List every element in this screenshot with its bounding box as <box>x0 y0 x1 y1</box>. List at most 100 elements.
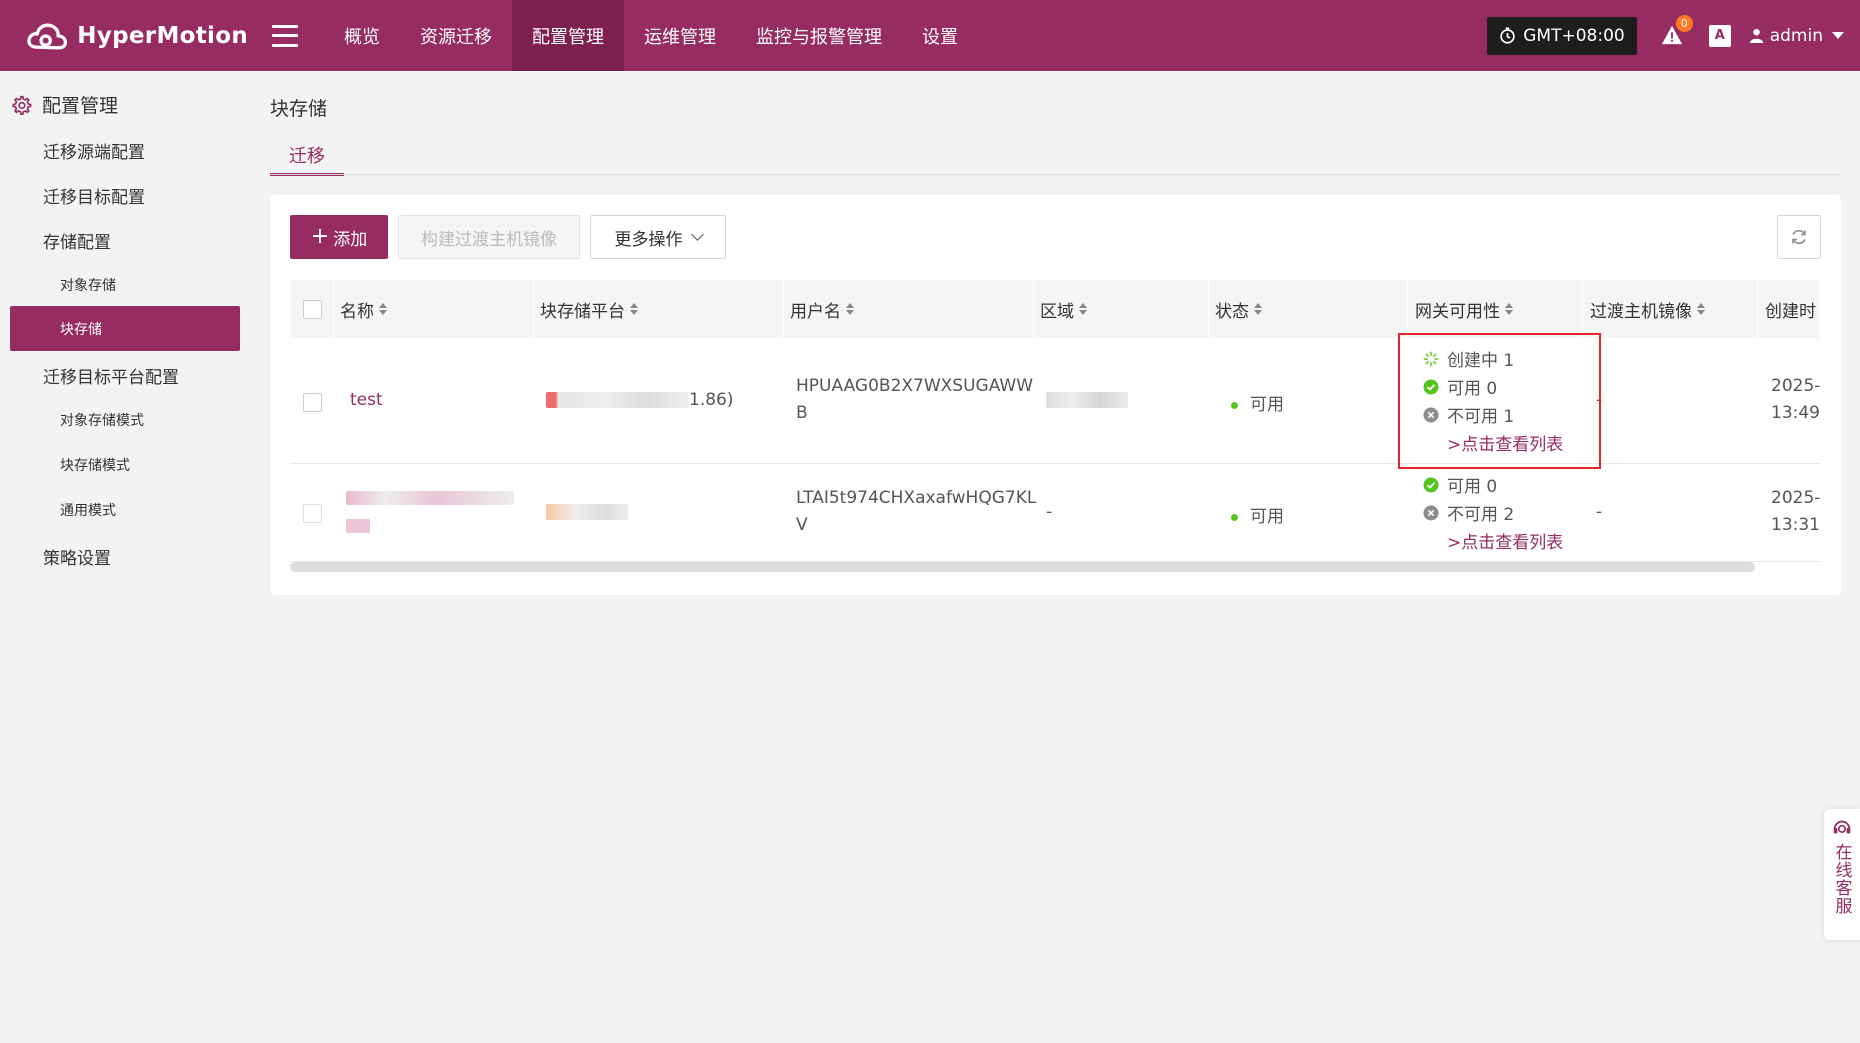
refresh-icon <box>1792 230 1806 244</box>
redacted-text <box>346 519 370 533</box>
online-service-button[interactable]: 在线客服 <box>1824 809 1860 940</box>
clock-icon <box>1500 27 1515 44</box>
add-button[interactable]: + 添加 <box>290 215 388 259</box>
add-button-label: 添加 <box>333 229 368 250</box>
column-gateway-availability[interactable]: 网关可用性 <box>1408 280 1583 338</box>
row-created-line2: 13:49: <box>1771 403 1820 423</box>
redacted-text <box>546 504 628 520</box>
view-gateway-list-link[interactable]: >点击查看列表 <box>1447 528 1563 553</box>
sidebar: 配置管理 迁移源端配置 迁移目标配置 存储配置 对象存储 块存储 迁移目标平台配… <box>0 71 250 1043</box>
app-name: HyperMotion <box>77 22 248 49</box>
sidebar-item-generic-mode[interactable]: 通用模式 <box>60 500 116 520</box>
build-image-button[interactable]: 构建过渡主机镜像 <box>398 215 580 259</box>
alert-button[interactable]: 0 <box>1661 14 1693 48</box>
redacted-text <box>1046 392 1128 408</box>
menu-icon[interactable] <box>272 24 298 47</box>
row-platform <box>546 502 628 522</box>
x-circle-icon <box>1423 505 1439 520</box>
sidebar-item-migration-target[interactable]: 迁移目标配置 <box>43 183 145 208</box>
alert-count-badge: 0 <box>1675 14 1693 32</box>
view-gateway-list-link[interactable]: >点击查看列表 <box>1447 430 1563 455</box>
tab-migration[interactable]: 迁移 <box>270 142 344 176</box>
row-status: 可用 <box>1231 390 1284 415</box>
column-transition-image[interactable]: 过渡主机镜像 <box>1583 280 1758 338</box>
sidebar-item-policy[interactable]: 策略设置 <box>43 544 111 569</box>
sidebar-item-block-storage-mode[interactable]: 块存储模式 <box>60 455 130 475</box>
redacted-text <box>346 491 514 505</box>
row-username-line2: B <box>796 403 808 423</box>
online-service-label: 在线客服 <box>1831 843 1852 915</box>
headset-icon <box>1833 820 1851 834</box>
nav-overview[interactable]: 概览 <box>324 0 400 71</box>
table-row: LTAI5t974CHXaxafwHQG7KL V - 可用 可用 0 不可用 … <box>290 464 1820 562</box>
sidebar-item-storage-config[interactable]: 存储配置 <box>43 228 111 253</box>
horizontal-scrollbar[interactable] <box>290 562 1755 572</box>
timezone-label: GMT+08:00 <box>1523 25 1625 46</box>
x-circle-icon <box>1423 407 1439 422</box>
row-username-line2: V <box>796 515 808 535</box>
user-icon <box>1749 28 1763 43</box>
select-all-checkbox[interactable] <box>303 300 322 319</box>
status-dot-icon <box>1231 401 1238 409</box>
row-created-line2: 13:31: <box>1771 515 1820 535</box>
sort-icon <box>379 303 387 315</box>
nav-config-management[interactable]: 配置管理 <box>512 0 624 71</box>
sidebar-item-migration-source[interactable]: 迁移源端配置 <box>43 138 145 163</box>
sidebar-item-object-storage[interactable]: 对象存储 <box>60 275 116 295</box>
spinner-icon <box>1423 351 1439 366</box>
column-created-time[interactable]: 创建时 <box>1758 280 1820 338</box>
sidebar-item-object-storage-mode[interactable]: 对象存储模式 <box>60 410 144 430</box>
tab-divider <box>270 174 1840 175</box>
sort-icon <box>1079 303 1087 315</box>
row-username-line1: HPUAAG0B2X7WXSUGAWW <box>796 376 1034 396</box>
row-platform: 1.86) <box>546 390 733 410</box>
column-platform[interactable]: 块存储平台 <box>534 280 784 338</box>
chevron-down-icon <box>1832 32 1844 39</box>
sort-icon <box>1505 303 1513 315</box>
sort-icon <box>846 303 854 315</box>
chevron-down-icon <box>690 228 704 241</box>
row-name-link[interactable]: test <box>350 390 383 410</box>
sort-icon <box>1254 303 1262 315</box>
row-username-line1: LTAI5t974CHXaxafwHQG7KL <box>796 488 1037 508</box>
column-status[interactable]: 状态 <box>1209 280 1408 338</box>
gateway-unavailable: 不可用 2 <box>1423 500 1514 525</box>
table-header: 名称 块存储平台 用户名 区域 状态 网关可用性 过渡主机镜像 创建时 <box>290 280 1820 338</box>
translate-icon[interactable]: A <box>1708 24 1731 47</box>
row-checkbox[interactable] <box>303 393 322 412</box>
sidebar-item-target-platform[interactable]: 迁移目标平台配置 <box>43 363 179 388</box>
cloud-logo-icon <box>27 23 68 49</box>
content-card: + 添加 构建过渡主机镜像 更多操作 名称 块存储平台 用户名 区域 状态 网关… <box>270 195 1841 595</box>
nav-resource-migration[interactable]: 资源迁移 <box>400 0 512 71</box>
status-dot-icon <box>1231 513 1238 521</box>
row-created-line1: 2025- <box>1771 376 1820 396</box>
table-row: test 1.86) HPUAAG0B2X7WXSUGAWW B 可用 创建中 … <box>290 338 1820 464</box>
check-circle-icon <box>1423 477 1439 492</box>
username: admin <box>1769 25 1823 46</box>
row-status: 可用 <box>1231 502 1284 527</box>
column-name[interactable]: 名称 <box>334 280 534 338</box>
column-region[interactable]: 区域 <box>1034 280 1209 338</box>
more-actions-label: 更多操作 <box>614 229 683 250</box>
row-name[interactable] <box>346 488 514 508</box>
nav-settings[interactable]: 设置 <box>902 0 978 71</box>
more-actions-dropdown[interactable]: 更多操作 <box>590 215 726 259</box>
sort-icon <box>1697 303 1705 315</box>
logo[interactable]: HyperMotion <box>26 11 248 61</box>
sort-icon <box>630 303 638 315</box>
row-image: - <box>1596 502 1603 522</box>
plus-icon: + <box>310 224 330 249</box>
row-region: - <box>1046 502 1053 522</box>
row-region <box>1046 390 1128 410</box>
page-title: 块存储 <box>270 98 328 120</box>
gateway-available: 可用 0 <box>1423 472 1497 497</box>
nav-ops-management[interactable]: 运维管理 <box>624 0 736 71</box>
user-menu[interactable]: admin <box>1749 26 1844 46</box>
timezone-display[interactable]: GMT+08:00 <box>1487 16 1637 55</box>
column-username[interactable]: 用户名 <box>784 280 1034 338</box>
block-storage-table: 名称 块存储平台 用户名 区域 状态 网关可用性 过渡主机镜像 创建时 test… <box>290 280 1820 580</box>
nav-monitoring-alerts[interactable]: 监控与报警管理 <box>736 0 902 71</box>
row-checkbox[interactable] <box>303 504 322 523</box>
refresh-button[interactable] <box>1777 215 1821 259</box>
sidebar-item-block-storage[interactable]: 块存储 <box>10 306 240 351</box>
